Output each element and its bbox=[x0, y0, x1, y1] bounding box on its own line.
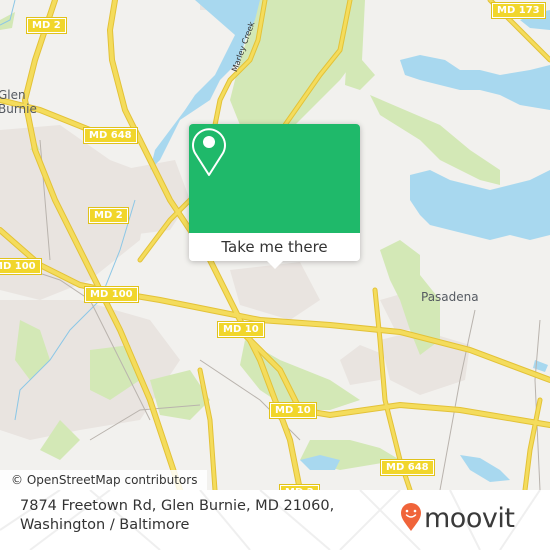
road-shield-md173: MD 173 bbox=[491, 2, 546, 19]
address-line-1: 7874 Freetown Rd, Glen Burnie, MD 21060, bbox=[20, 498, 335, 514]
road-shield-md10: MD 10 bbox=[217, 321, 265, 338]
location-popup: Take me there bbox=[189, 124, 360, 269]
popup-pointer bbox=[266, 260, 284, 269]
road-shield-md2: MD 2 bbox=[88, 207, 129, 224]
moovit-wordmark: moovit bbox=[424, 503, 515, 534]
road-shield-md648: MD 648 bbox=[83, 127, 138, 144]
road-shield-md100: MD 100 bbox=[84, 286, 139, 303]
place-label-glen-burnie: Glen Burnie bbox=[0, 88, 37, 116]
address-line-2: Washington / Baltimore bbox=[20, 517, 190, 533]
road-shield-md2: MD 2 bbox=[26, 17, 67, 34]
road-shield-md10: MD 10 bbox=[269, 402, 317, 419]
moovit-pin-icon bbox=[400, 502, 422, 536]
map-attribution[interactable]: © OpenStreetMap contributors bbox=[0, 470, 208, 490]
moovit-logo[interactable]: moovit bbox=[400, 502, 515, 536]
place-label-pasadena: Pasadena bbox=[421, 290, 479, 304]
take-me-there-button[interactable]: Take me there bbox=[189, 233, 360, 261]
popup-header bbox=[189, 124, 360, 233]
road-shield-md100: MD 100 bbox=[0, 258, 42, 275]
address-text: 7874 Freetown Rd, Glen Burnie, MD 21060,… bbox=[20, 497, 334, 535]
road-shield-md648: MD 648 bbox=[380, 459, 435, 476]
footer: 7874 Freetown Rd, Glen Burnie, MD 21060,… bbox=[0, 490, 550, 550]
map-view[interactable]: Glen Burnie Pasadena Marley Creek MD 2 M… bbox=[0, 0, 550, 490]
